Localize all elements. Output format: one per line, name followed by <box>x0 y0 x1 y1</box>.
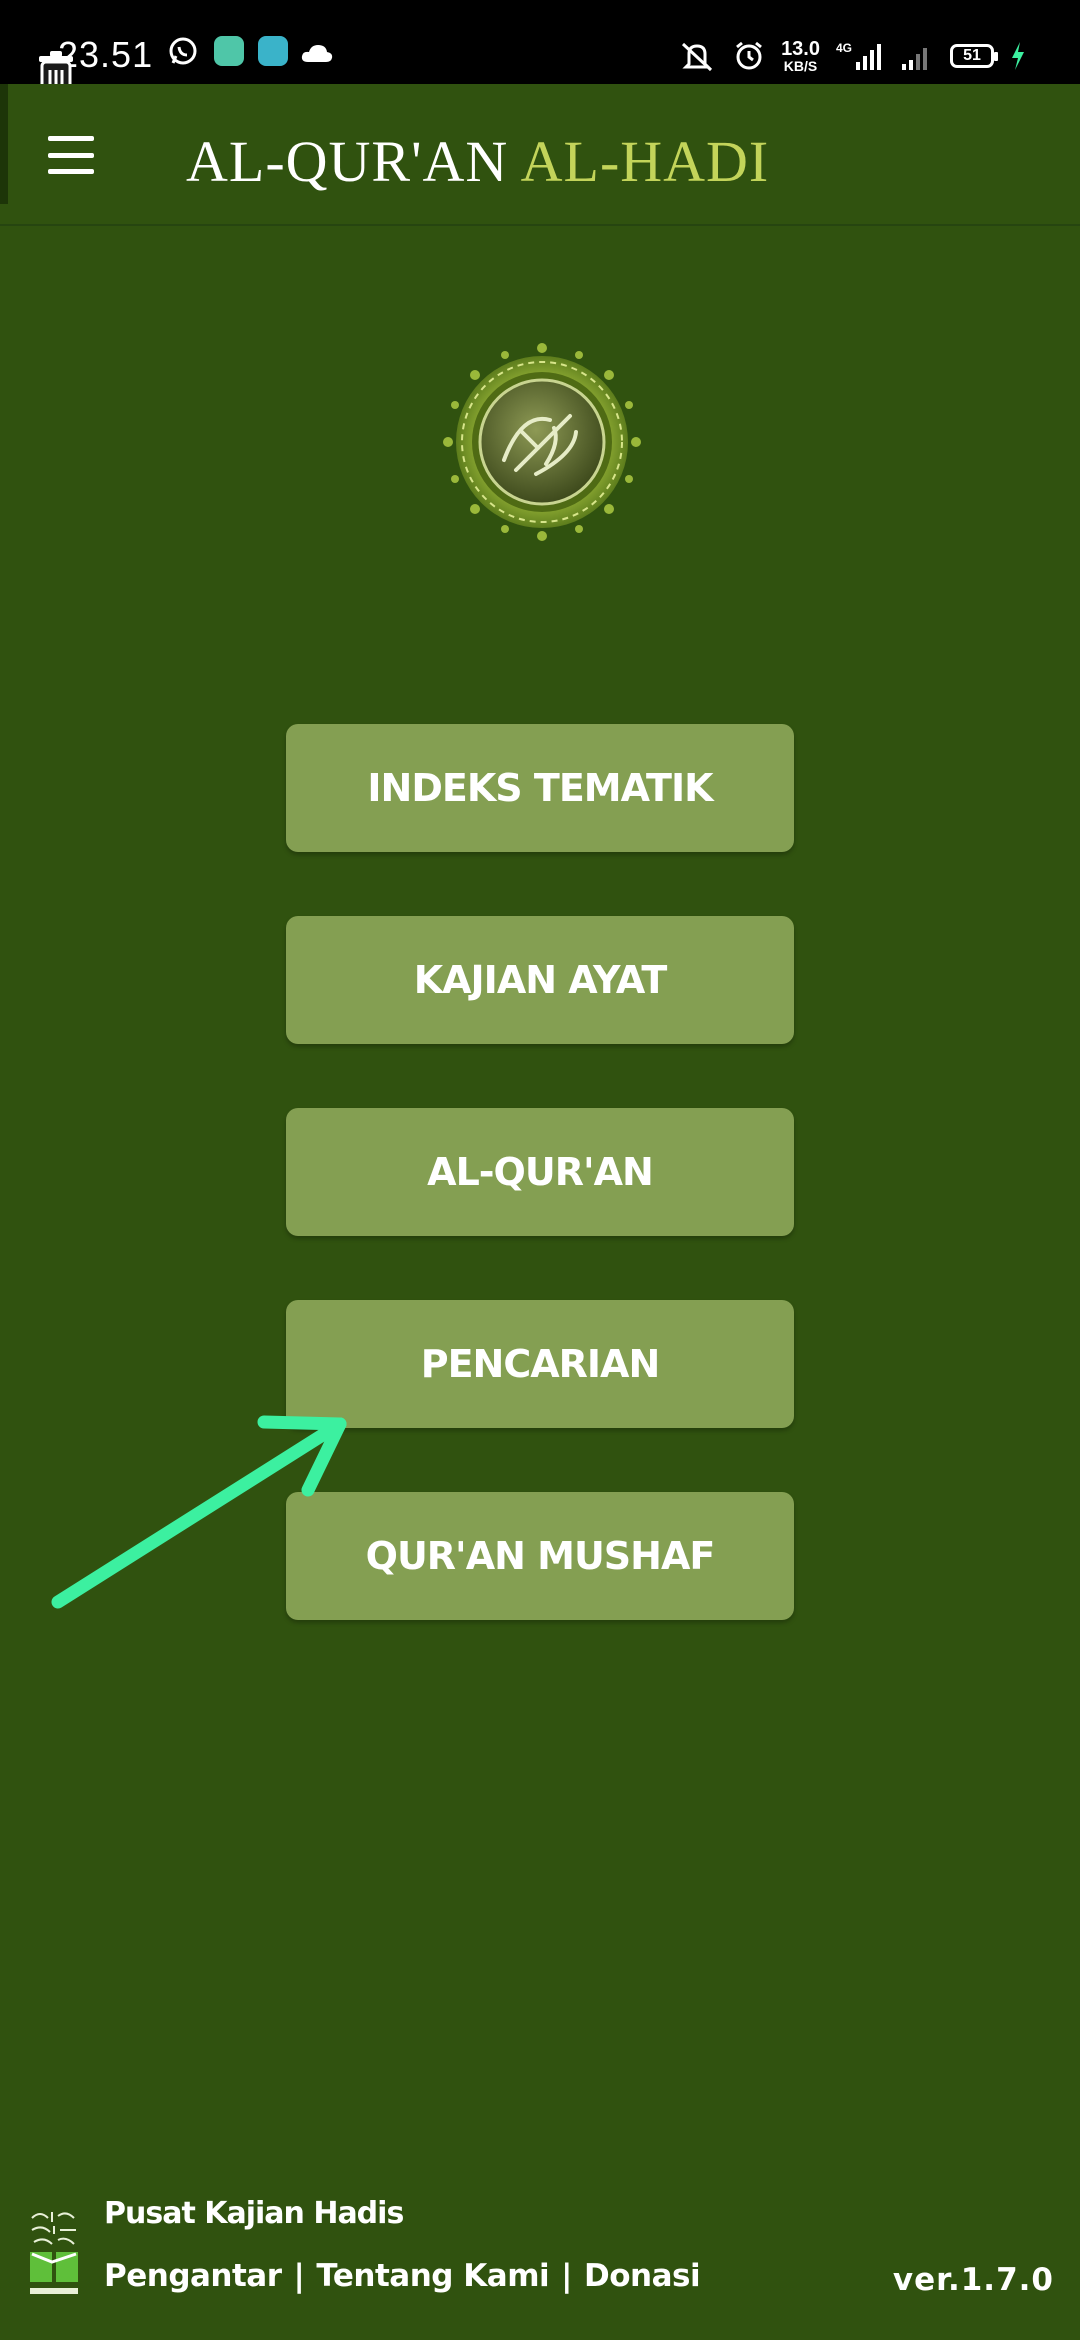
app-title: AL-QUR'AN AL-HADI <box>186 128 769 195</box>
footer-links: Pengantar | Tentang Kami | Donasi <box>104 2258 701 2294</box>
net-speed-unit: KB/S <box>783 58 818 74</box>
app-title-main: AL-QUR'AN <box>186 129 509 194</box>
footer-separator: | <box>293 2258 305 2294</box>
tentang-kami-link[interactable]: Tentang Kami <box>316 2258 549 2294</box>
cloud-icon <box>301 45 333 62</box>
pusat-kajian-hadis-logo <box>30 2212 78 2294</box>
mute-icon <box>682 42 713 72</box>
indeks-tematik-button[interactable]: INDEKS TEMATIK <box>286 724 794 852</box>
network-type-text: 4G <box>836 41 852 55</box>
battery-icon: 51 <box>950 44 998 68</box>
chat-notification-icon <box>258 36 288 66</box>
signal-secondary-icon <box>902 48 927 70</box>
alarm-icon <box>736 41 762 70</box>
app-bar: AL-QUR'AN AL-HADI <box>0 84 1080 226</box>
footer-org-name: Pusat Kajian Hadis <box>104 2196 404 2231</box>
whatsapp-icon <box>169 37 197 65</box>
annotation-arrow-icon <box>51 1415 347 1609</box>
net-speed: 13.0 KB/S <box>781 39 820 73</box>
hamburger-menu-icon[interactable] <box>40 128 102 182</box>
app-screen: 23.51 13.0 KB/S 4G 51 AL-QUR'AN AL-HADI … <box>0 0 1080 2340</box>
pengantar-link[interactable]: Pengantar <box>104 2258 282 2294</box>
kajian-ayat-button[interactable]: KAJIAN AYAT <box>286 916 794 1044</box>
signal-icon: 4G <box>836 41 881 70</box>
app-version: ver.1.7.0 <box>892 2262 1054 2298</box>
donasi-link[interactable]: Donasi <box>584 2258 701 2294</box>
status-right-icons: 13.0 KB/S 4G 51 <box>677 36 1026 76</box>
app-bar-edge-shade <box>0 84 8 204</box>
footer-separator: | <box>561 2258 572 2294</box>
app-title-accent: AL-HADI <box>520 129 770 194</box>
al-quran-button[interactable]: AL-QUR'AN <box>286 1108 794 1236</box>
status-bar: 23.51 13.0 KB/S 4G 51 <box>0 0 1080 102</box>
quran-calligraphy-logo <box>443 343 641 541</box>
app-notification-icon <box>214 36 244 66</box>
charging-icon <box>1012 42 1024 70</box>
battery-level: 51 <box>963 47 981 64</box>
net-speed-value: 13.0 <box>781 38 820 60</box>
